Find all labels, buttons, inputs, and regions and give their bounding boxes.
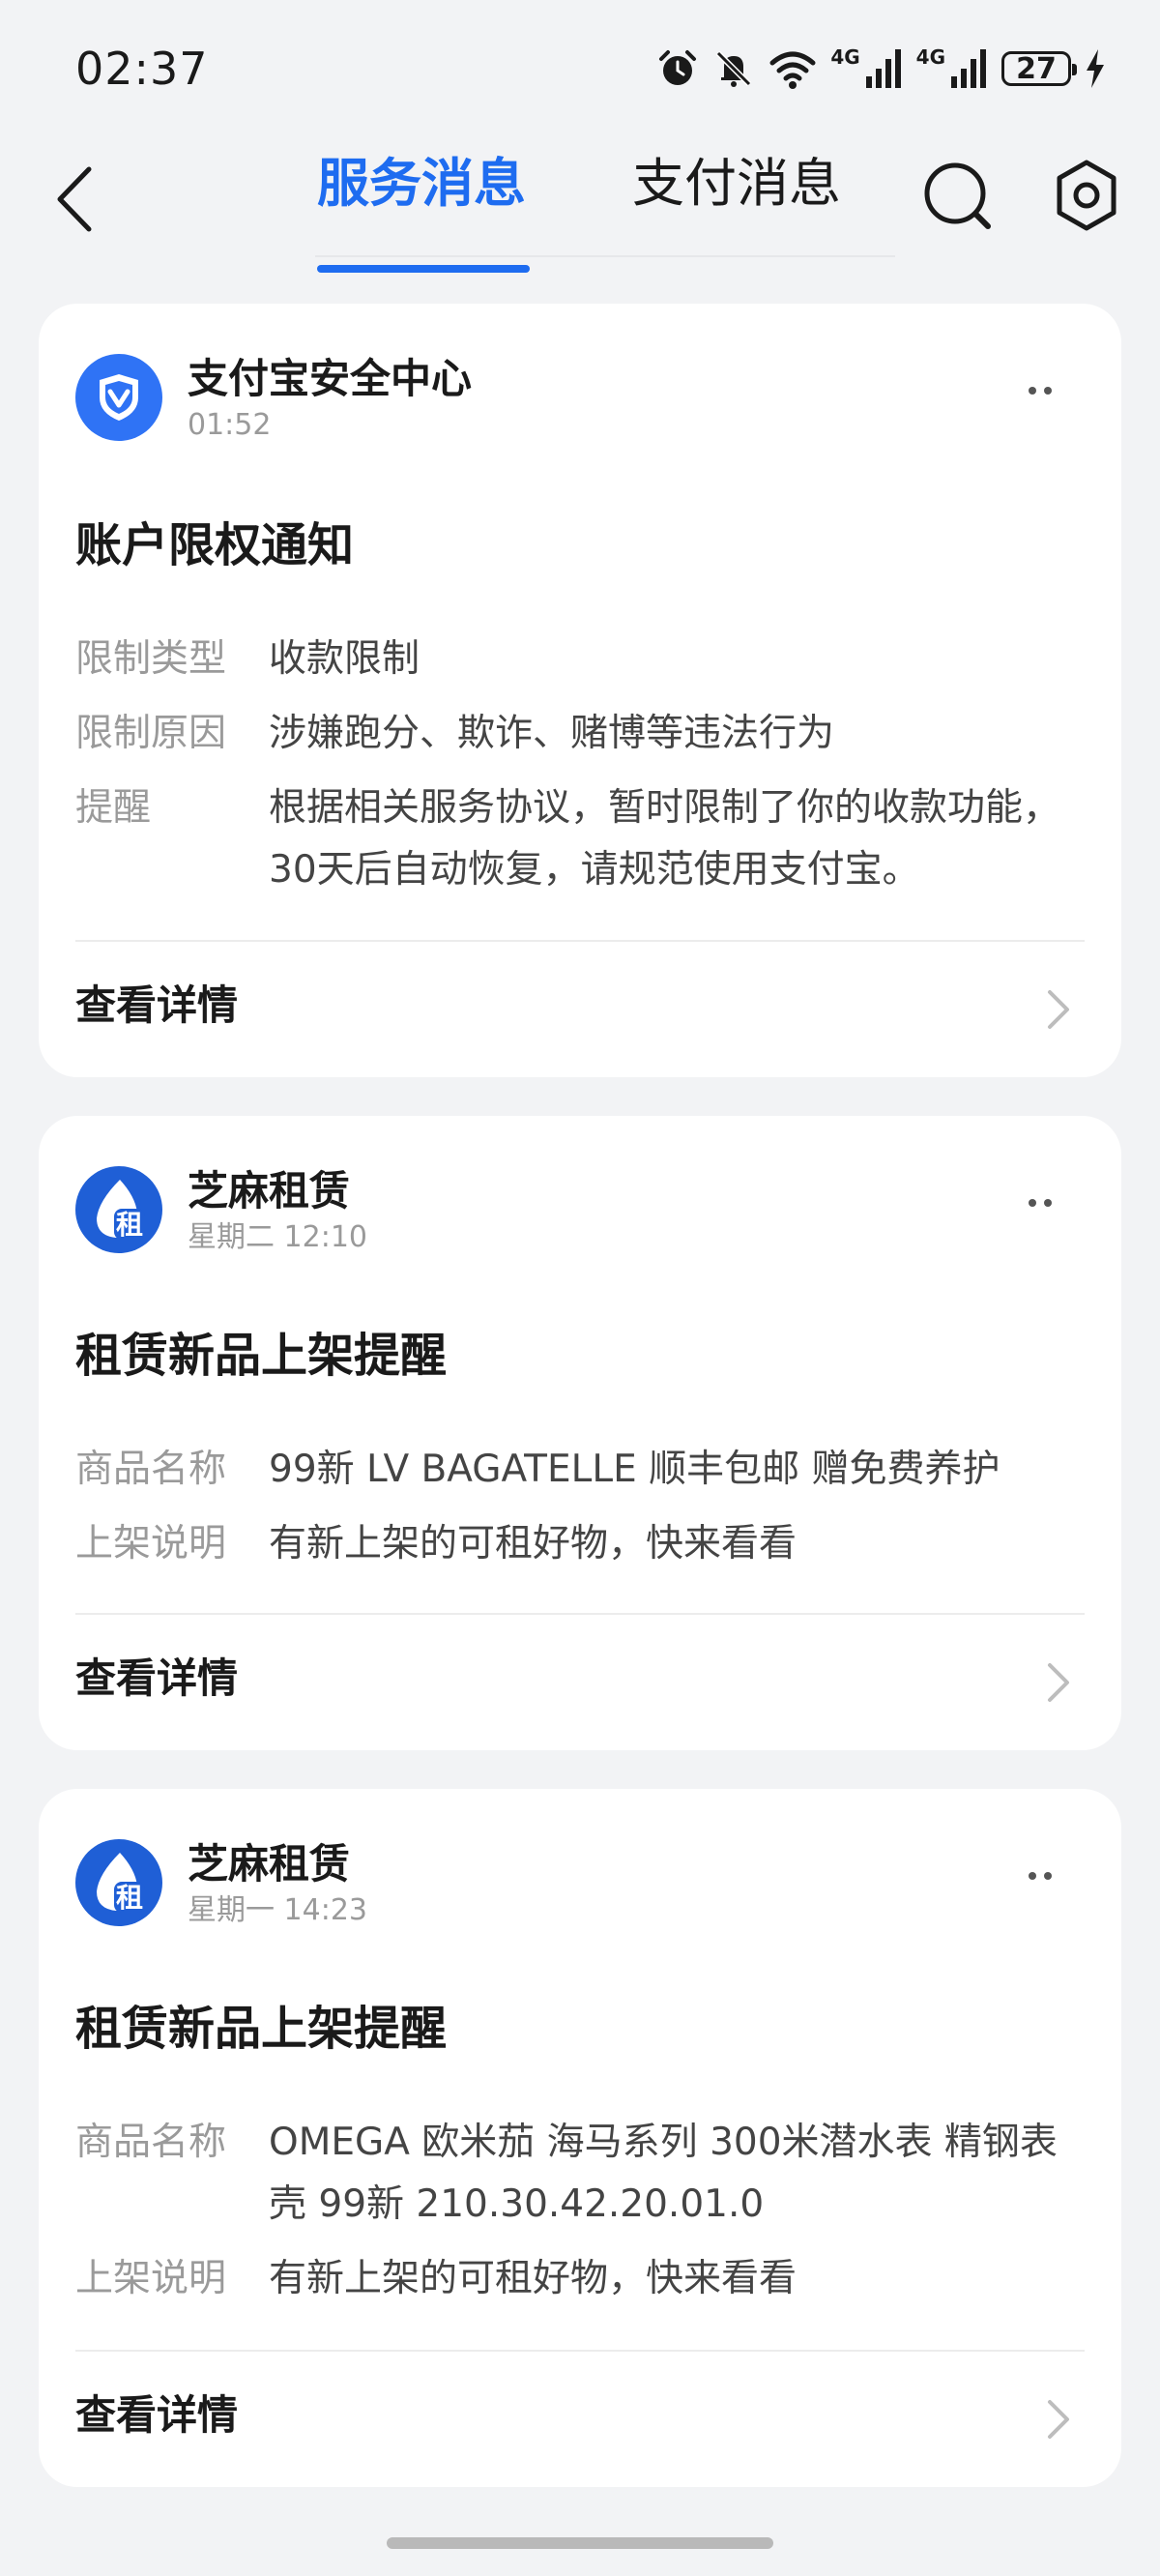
more-button[interactable] (1011, 1184, 1069, 1222)
message-card[interactable]: 租 芝麻租赁 星期二 12:10 租赁新品上架提醒 商品名称 99新 LV BA… (39, 1116, 1121, 1750)
field-value: 有新上架的可租好物，快来看看 (269, 1522, 798, 1566)
sender-name: 支付宝安全中心 (188, 355, 473, 402)
field-label: 商品名称 (75, 2121, 227, 2164)
tab-bar: 服务消息 支付消息 (290, 155, 909, 273)
mute-bell-icon (716, 50, 752, 87)
more-button[interactable] (1011, 371, 1069, 410)
settings-button[interactable] (1048, 157, 1125, 234)
field-value: 收款限制 (269, 637, 420, 681)
field-row: 限制类型 收款限制 (75, 629, 1081, 690)
card-divider (75, 940, 1085, 942)
more-dot (1044, 387, 1052, 395)
message-time: 01:52 (188, 408, 272, 442)
tabs-divider (315, 255, 895, 257)
field-row: 商品名称 99新 LV BAGATELLE 顺丰包邮 赠免费养护 (75, 1439, 1081, 1501)
chevron-right-icon (1048, 1663, 1069, 1702)
home-indicator[interactable] (387, 2537, 773, 2549)
field-value: 涉嫌跑分、欺诈、赌博等违法行为 (269, 712, 835, 755)
alarm-icon (659, 50, 697, 85)
card-title: 账户限权通知 (75, 518, 355, 572)
network-type-2: 4G (915, 45, 945, 69)
field-value: 根据相关服务协议，暂时限制了你的收款功能，30天后自动恢复，请规范使用支付宝。 (269, 786, 1061, 892)
avatar-char: 租 (116, 1882, 143, 1914)
more-button[interactable] (1011, 1857, 1069, 1895)
field-value: 99新 LV BAGATELLE 顺丰包邮 赠免费养护 (269, 1448, 1000, 1491)
more-dot (1029, 1199, 1036, 1207)
status-time: 02:37 (75, 43, 209, 95)
search-icon (924, 162, 991, 229)
field-value: 有新上架的可租好物，快来看看 (269, 2257, 798, 2300)
view-details-row[interactable]: 查看详情 (75, 953, 1085, 1060)
card-divider (75, 2350, 1085, 2352)
sender-avatar (75, 354, 162, 441)
search-button[interactable] (920, 157, 998, 234)
avatar-char: 租 (116, 1209, 143, 1241)
nav-bar: 服务消息 支付消息 (0, 135, 1160, 273)
battery-icon: 27 (1001, 51, 1077, 86)
signal-icon (865, 49, 901, 88)
signal-icon (951, 49, 986, 88)
sender-name: 芝麻租赁 (188, 1840, 351, 1888)
status-icons: 4G 4G 27 (656, 44, 1106, 93)
tab-service-messages[interactable]: 服务消息 (317, 155, 526, 251)
field-row: 提醒 根据相关服务协议，暂时限制了你的收款功能，30天后自动恢复，请规范使用支付… (75, 777, 1081, 901)
status-bar: 02:37 4G 4G 27 (0, 0, 1160, 135)
field-row: 限制原因 涉嫌跑分、欺诈、赌博等违法行为 (75, 703, 1081, 765)
field-label: 提醒 (75, 786, 152, 830)
field-row: 上架说明 有新上架的可租好物，快来看看 (75, 2248, 1081, 2310)
shield-icon (100, 374, 138, 421)
view-details-label: 查看详情 (75, 1654, 239, 1702)
more-dot (1044, 1199, 1052, 1207)
field-row: 上架说明 有新上架的可租好物，快来看看 (75, 1513, 1081, 1575)
field-label: 上架说明 (75, 1522, 227, 1566)
view-details-row[interactable]: 查看详情 (75, 1626, 1085, 1733)
field-value: OMEGA 欧米茄 海马系列 300米潜水表 精钢表壳 99新 210.30.4… (269, 2121, 1058, 2226)
card-title: 租赁新品上架提醒 (75, 2002, 448, 2056)
card-header: 支付宝安全中心 01:52 (75, 354, 1081, 451)
network-type-1: 4G (830, 45, 860, 69)
card-fields: 商品名称 99新 LV BAGATELLE 顺丰包邮 赠免费养护 上架说明 有新… (75, 1439, 1081, 1588)
sender-avatar: 租 (75, 1166, 162, 1253)
field-row: 商品名称 OMEGA 欧米茄 海马系列 300米潜水表 精钢表壳 99新 210… (75, 2112, 1081, 2236)
card-fields: 限制类型 收款限制 限制原因 涉嫌跑分、欺诈、赌博等违法行为 提醒 根据相关服务… (75, 629, 1081, 914)
view-details-label: 查看详情 (75, 981, 239, 1029)
card-fields: 商品名称 OMEGA 欧米茄 海马系列 300米潜水表 精钢表壳 99新 210… (75, 2112, 1081, 2323)
active-tab-indicator (317, 265, 530, 273)
field-label: 上架说明 (75, 2257, 227, 2300)
more-dot (1044, 1872, 1052, 1880)
chevron-right-icon (1048, 2400, 1069, 2439)
tab-payment-messages[interactable]: 支付消息 (632, 155, 841, 251)
message-card[interactable]: 支付宝安全中心 01:52 账户限权通知 限制类型 收款限制 限制原因 涉嫌跑分… (39, 304, 1121, 1077)
card-header: 租 芝麻租赁 星期二 12:10 (75, 1166, 1081, 1263)
view-details-label: 查看详情 (75, 2391, 239, 2439)
zhima-rental-icon: 租 (97, 1853, 145, 1914)
message-card[interactable]: 租 芝麻租赁 星期一 14:23 租赁新品上架提醒 商品名称 OMEGA 欧米茄… (39, 1789, 1121, 2487)
back-button[interactable] (46, 161, 104, 238)
zhima-rental-icon: 租 (97, 1180, 145, 1241)
field-label: 商品名称 (75, 1448, 227, 1491)
wifi-icon (769, 51, 816, 89)
battery-level: 27 (1016, 51, 1057, 86)
gear-icon (1057, 160, 1116, 231)
sender-name: 芝麻租赁 (188, 1167, 351, 1215)
chevron-right-icon (1048, 990, 1069, 1029)
sender-avatar: 租 (75, 1839, 162, 1926)
field-label: 限制类型 (75, 637, 227, 681)
more-dot (1029, 1872, 1036, 1880)
card-title: 租赁新品上架提醒 (75, 1329, 448, 1383)
message-time: 星期二 12:10 (188, 1220, 367, 1254)
charging-icon (1087, 49, 1104, 88)
view-details-row[interactable]: 查看详情 (75, 2363, 1085, 2470)
chevron-left-icon (57, 166, 92, 232)
more-dot (1029, 387, 1036, 395)
card-header: 租 芝麻租赁 星期一 14:23 (75, 1839, 1081, 1936)
message-time: 星期一 14:23 (188, 1893, 367, 1927)
field-label: 限制原因 (75, 712, 227, 755)
card-divider (75, 1613, 1085, 1615)
